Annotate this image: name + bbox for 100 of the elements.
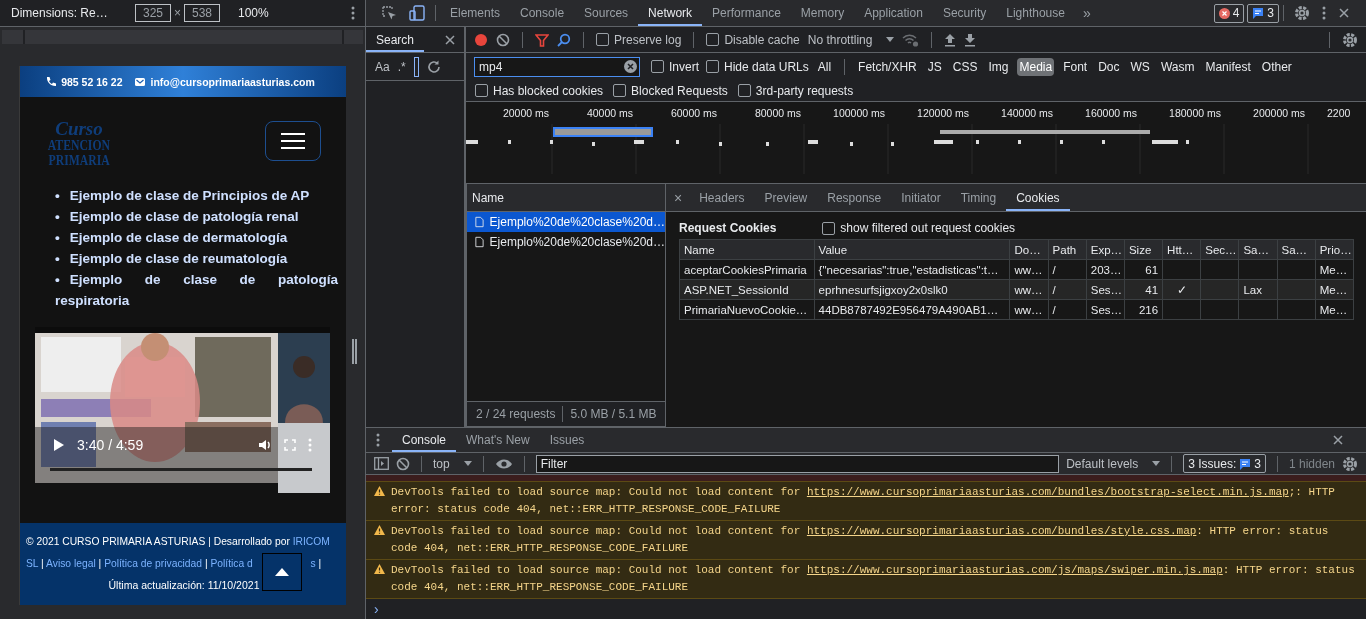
record-button[interactable]	[474, 32, 488, 47]
download-icon[interactable]	[964, 32, 977, 47]
detail-tab[interactable]: Initiator	[891, 184, 951, 211]
checkbox[interactable]	[706, 33, 720, 46]
type-filter[interactable]: JS	[925, 57, 944, 76]
message-link[interactable]: https://www.cursoprimariaasturias.com/bundles/style.css.map	[806, 525, 1197, 537]
device-toolbar-icon[interactable]	[409, 5, 425, 21]
close-icon[interactable]	[444, 33, 456, 46]
type-filter[interactable]: CSS	[950, 57, 980, 76]
type-filter[interactable]: Img	[986, 57, 1011, 76]
detail-tab[interactable]: Headers	[689, 184, 755, 211]
column-header[interactable]: Name	[467, 184, 665, 212]
message-count-badge[interactable]: 3	[1247, 3, 1279, 23]
more-icon[interactable]	[351, 6, 355, 20]
settings-icon[interactable]	[1342, 31, 1358, 48]
regex-button[interactable]: .*	[397, 59, 406, 74]
filter-field[interactable]: Filter	[535, 454, 1060, 473]
upload-icon[interactable]	[944, 32, 957, 47]
search-icon[interactable]	[557, 32, 571, 47]
checkbox[interactable]	[706, 60, 719, 73]
checkbox-label[interactable]: Disable cache	[724, 32, 800, 47]
column-header[interactable]: Size	[1124, 239, 1163, 260]
close-button[interactable]: ×	[674, 189, 683, 206]
checkbox[interactable]	[737, 84, 751, 97]
drawer-tab[interactable]: Issues	[539, 428, 595, 452]
console-prompt[interactable]: ›	[366, 598, 1366, 619]
class-link[interactable]: • Ejemplo de clase de dermatología	[55, 227, 338, 248]
search-field[interactable]	[413, 56, 419, 77]
more-tabs-button[interactable]: »	[1074, 5, 1099, 21]
checkbox-label[interactable]: Invert	[669, 59, 699, 74]
panel-tab[interactable]: Performance	[702, 0, 791, 26]
class-link[interactable]: • Ejemplo de clase de reumatología	[55, 248, 338, 269]
scroll-top-button[interactable]	[261, 553, 302, 592]
checkbox-label[interactable]: Preserve log	[614, 32, 682, 47]
column-header[interactable]: Sa…	[1238, 239, 1278, 260]
clear-icon[interactable]	[496, 32, 510, 47]
clear-icon[interactable]	[396, 456, 410, 471]
type-filter[interactable]: Media	[1017, 57, 1055, 76]
issues-button[interactable]: 3 Issues: 3	[1183, 454, 1266, 473]
panel-tab[interactable]: Security	[932, 0, 997, 26]
checkbox-label[interactable]: Blocked Requests	[631, 83, 728, 98]
panel-tab[interactable]: Application	[854, 0, 933, 26]
detail-tab[interactable]: Timing	[950, 184, 1007, 211]
checkbox-label[interactable]: show filtered out request cookies	[840, 221, 1016, 235]
detail-tab[interactable]: Preview	[754, 184, 818, 211]
match-case-button[interactable]: Aa	[375, 59, 390, 74]
footer-link[interactable]: Política d	[210, 558, 253, 569]
column-header[interactable]: Path	[1048, 239, 1087, 260]
checkbox[interactable]	[613, 84, 627, 97]
checkbox-label[interactable]: 3rd-party requests	[755, 83, 854, 98]
checkbox[interactable]	[651, 60, 664, 73]
checkbox[interactable]	[475, 84, 488, 97]
more-icon[interactable]	[376, 433, 380, 447]
type-filter[interactable]: Manifest	[1203, 57, 1253, 76]
footer-link[interactable]: Política de privacidad	[104, 558, 202, 569]
sidebar-icon[interactable]	[374, 457, 389, 470]
context-dropdown[interactable]: top	[433, 456, 472, 471]
message-link[interactable]: https://www.cursoprimariaasturias.com/bundles/bootstrap-select.min.js.map	[806, 486, 1289, 498]
play-icon[interactable]	[53, 438, 65, 452]
menu-button[interactable]	[265, 121, 321, 161]
filter-icon[interactable]	[535, 32, 549, 47]
type-filter[interactable]: All	[815, 57, 834, 76]
footer-link[interactable]: SL	[26, 558, 39, 569]
settings-icon[interactable]	[1342, 455, 1358, 472]
panel-tab[interactable]: Console	[510, 0, 575, 26]
type-filter[interactable]: Fetch/XHR	[856, 57, 919, 76]
dimensions-dropdown[interactable]: Dimensions: Re…	[11, 6, 113, 20]
column-header[interactable]: Sec…	[1200, 239, 1239, 260]
checkbox-label[interactable]: Has blocked cookies	[493, 83, 604, 98]
footer-link[interactable]: IRICOM	[292, 536, 330, 547]
type-filter[interactable]: Doc	[1096, 57, 1122, 76]
footer-link[interactable]: s	[310, 558, 316, 569]
detail-tab[interactable]: Response	[817, 184, 892, 211]
video-player[interactable]: 3:40 / 4:59	[35, 327, 330, 493]
type-filter[interactable]: WS	[1128, 57, 1152, 76]
column-header[interactable]: Htt…	[1162, 239, 1201, 260]
filter-field[interactable]: mp4	[474, 56, 640, 77]
detail-tab[interactable]: Cookies	[1006, 184, 1070, 211]
message-link[interactable]: https://www.cursoprimariaasturias.com/js/maps/swiper.min.js.map	[806, 564, 1223, 576]
error-count-badge[interactable]: 4	[1213, 3, 1245, 23]
more-icon[interactable]	[1322, 6, 1326, 20]
column-header[interactable]: Sa…	[1277, 239, 1316, 260]
inspect-icon[interactable]	[382, 5, 397, 21]
class-link[interactable]: • Ejemplo de clase de patología renal	[55, 206, 338, 227]
resize-handle[interactable]	[352, 339, 357, 364]
checkbox-label[interactable]: Hide data URLs	[724, 59, 809, 74]
throttling-dropdown[interactable]: No throttling	[807, 32, 895, 47]
type-filter[interactable]: Font	[1061, 57, 1090, 76]
settings-icon[interactable]	[1294, 5, 1310, 21]
request-row[interactable]: Ejemplo%20de%20clase%20d…	[467, 232, 665, 252]
column-header[interactable]: Exp…	[1086, 239, 1125, 260]
volume-icon[interactable]	[258, 438, 272, 452]
log-levels-dropdown[interactable]: Default levels	[1066, 456, 1161, 471]
panel-tab[interactable]: Sources	[574, 0, 639, 26]
type-filter[interactable]: Wasm	[1158, 57, 1197, 76]
panel-tab[interactable]: Network	[638, 0, 703, 26]
column-header[interactable]: Prio…	[1315, 239, 1354, 260]
type-filter[interactable]: Other	[1259, 57, 1294, 76]
width-field[interactable]: 325	[135, 4, 171, 22]
drawer-tab[interactable]: What's New	[456, 428, 540, 452]
